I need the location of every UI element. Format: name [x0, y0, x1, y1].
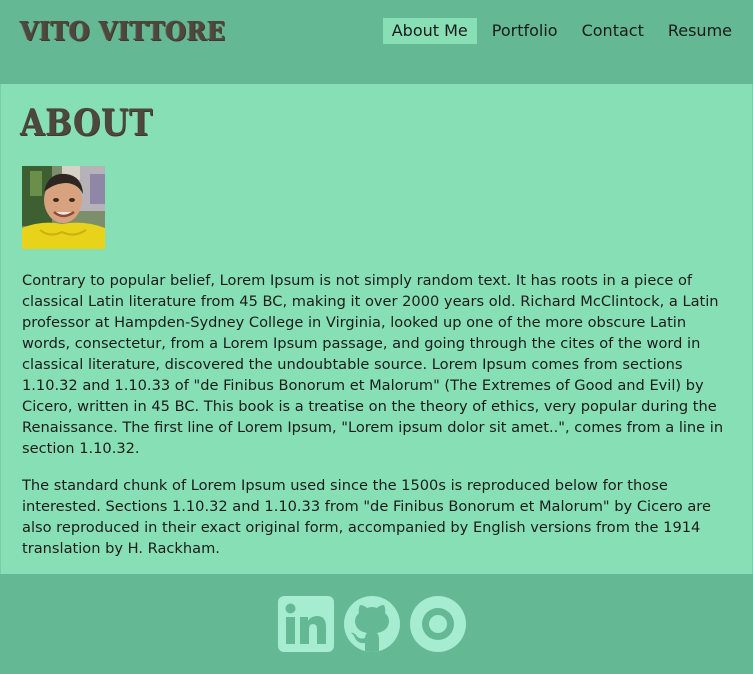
about-section: ABOUT Contrary to popular belief, Lorem … [0, 84, 753, 574]
about-paragraph-1: Contrary to popular belief, Lorem Ipsum … [22, 272, 724, 457]
site-brand[interactable]: VITO VITTORE [20, 17, 226, 47]
social-links [277, 595, 467, 653]
portfolio-icon[interactable] [409, 595, 467, 653]
page: VITO VITTORE About Me Portfolio Contact … [0, 0, 753, 674]
github-icon[interactable] [343, 595, 401, 653]
main-nav: About Me Portfolio Contact Resume [377, 18, 741, 44]
avatar [22, 166, 105, 249]
nav-resume[interactable]: Resume [659, 18, 741, 44]
page-title: ABOUT [20, 102, 153, 144]
nav-portfolio[interactable]: Portfolio [483, 18, 567, 44]
linkedin-icon[interactable] [277, 595, 335, 653]
about-paragraph-2: The standard chunk of Lorem Ipsum used s… [22, 477, 711, 557]
nav-about-me[interactable]: About Me [382, 18, 477, 44]
site-footer [0, 574, 753, 674]
site-header: VITO VITTORE About Me Portfolio Contact … [0, 0, 753, 84]
about-text: Contrary to popular belief, Lorem Ipsum … [22, 270, 734, 575]
nav-contact[interactable]: Contact [573, 18, 653, 44]
